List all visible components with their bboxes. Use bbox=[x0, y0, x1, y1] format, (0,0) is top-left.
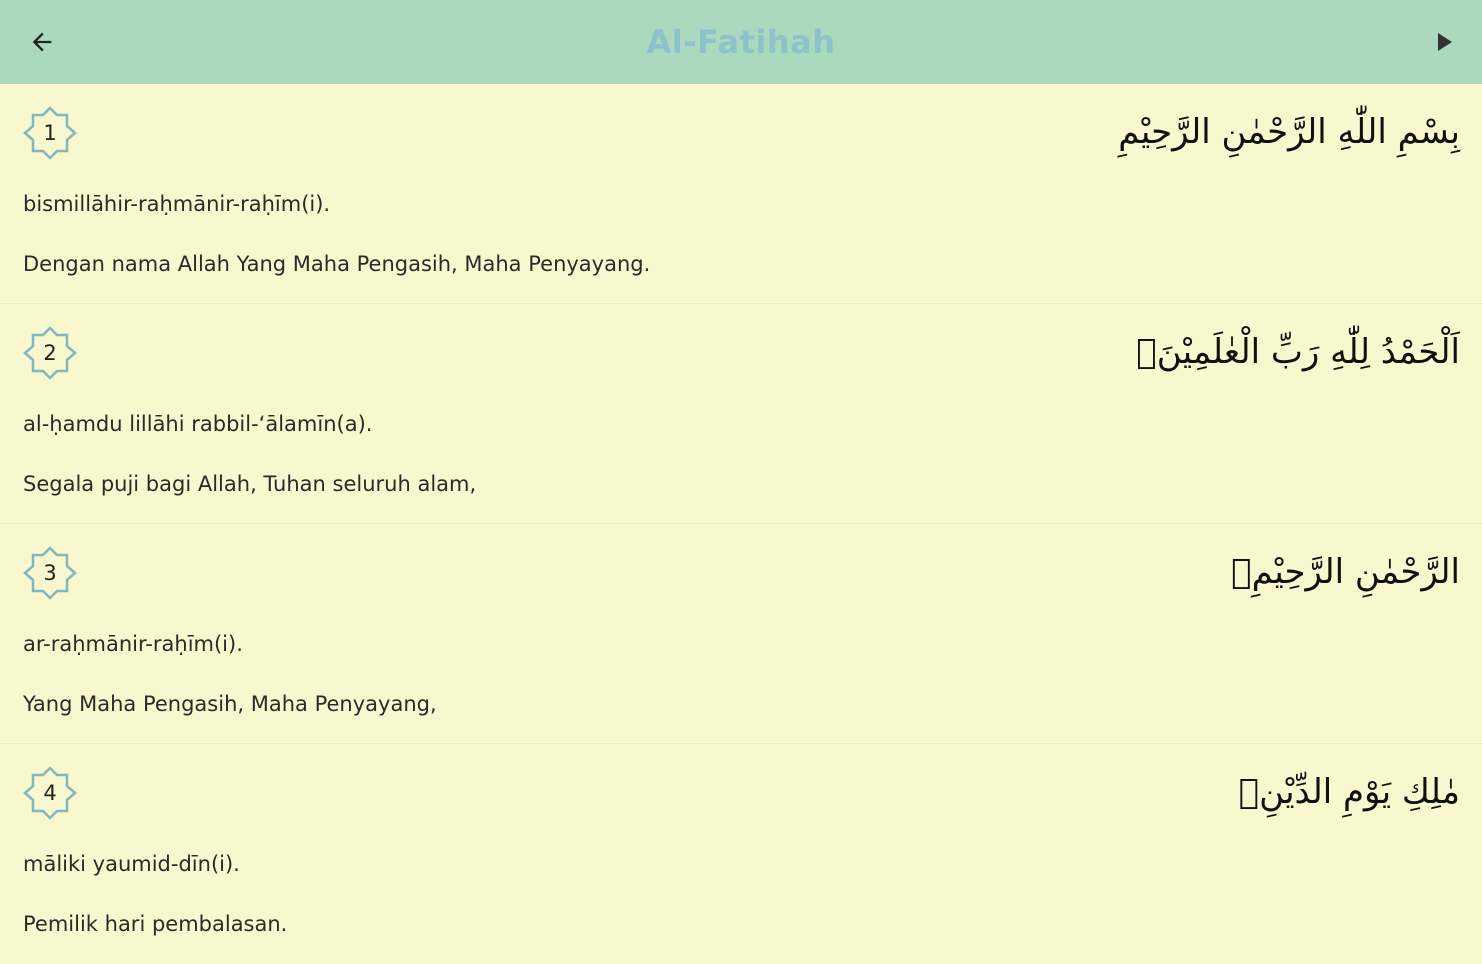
transliteration-text: al-ḥamdu lillāhi rabbil-‘ālamīn(a). bbox=[23, 412, 373, 436]
page-title: Al-Fatihah bbox=[646, 23, 836, 61]
play-button[interactable] bbox=[1424, 22, 1464, 62]
ayah-number-badge: 3 bbox=[23, 546, 77, 600]
transliteration-text: ar-raḥmānir-raḥīm(i). bbox=[23, 632, 243, 656]
translation-text: Yang Maha Pengasih, Maha Penyayang, bbox=[23, 692, 437, 716]
ayah-number: 1 bbox=[43, 121, 57, 145]
transliteration-text: bismillāhir-raḥmānir-raḥīm(i). bbox=[23, 192, 331, 216]
translation-text: Pemilik hari pembalasan. bbox=[23, 912, 288, 936]
ayah-number-badge: 2 bbox=[23, 326, 77, 380]
transliteration-text: māliki yaumid-dīn(i). bbox=[23, 852, 240, 876]
back-button[interactable] bbox=[22, 22, 62, 62]
arabic-text: اَلْحَمْدُ لِلّٰهِ رَبِّ الْعٰلَمِيْنَۙ bbox=[1136, 332, 1460, 372]
ayah-item[interactable]: 3 الرَّحْمٰنِ الرَّحِيْمِۙ ar-raḥmānir-r… bbox=[0, 524, 1482, 744]
ayah-item[interactable]: 2 اَلْحَمْدُ لِلّٰهِ رَبِّ الْعٰلَمِيْنَ… bbox=[0, 304, 1482, 524]
arrow-left-icon bbox=[32, 32, 52, 52]
translation-text: Dengan nama Allah Yang Maha Pengasih, Ma… bbox=[23, 252, 651, 276]
arabic-text: الرَّحْمٰنِ الرَّحِيْمِۙ bbox=[1231, 552, 1460, 592]
arabic-text: بِسْمِ اللّٰهِ الرَّحْمٰنِ الرَّحِيْمِ bbox=[1118, 112, 1460, 152]
ayah-item[interactable]: 4 مٰلِكِ يَوْمِ الدِّيْنِۗ māliki yaumid… bbox=[0, 744, 1482, 964]
play-icon bbox=[1438, 33, 1452, 51]
ayah-number-badge: 4 bbox=[23, 766, 77, 820]
ayah-item[interactable]: 1 بِسْمِ اللّٰهِ الرَّحْمٰنِ الرَّحِيْمِ… bbox=[0, 84, 1482, 304]
ayah-number: 4 bbox=[43, 781, 57, 805]
arabic-text: مٰلِكِ يَوْمِ الدِّيْنِۗ bbox=[1238, 772, 1460, 812]
ayah-list: 1 بِسْمِ اللّٰهِ الرَّحْمٰنِ الرَّحِيْمِ… bbox=[0, 84, 1482, 964]
ayah-number: 2 bbox=[43, 341, 57, 365]
ayah-number: 3 bbox=[43, 561, 57, 585]
app-bar: Al-Fatihah bbox=[0, 0, 1482, 84]
translation-text: Segala puji bagi Allah, Tuhan seluruh al… bbox=[23, 472, 477, 496]
ayah-number-badge: 1 bbox=[23, 106, 77, 160]
